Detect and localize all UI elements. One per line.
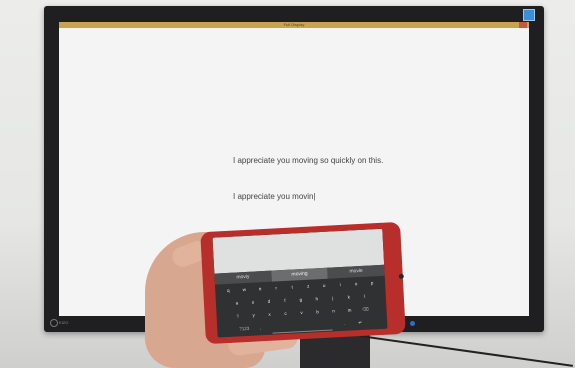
- cable: [359, 335, 574, 367]
- key-e[interactable]: e: [252, 282, 269, 296]
- key-c[interactable]: c: [277, 307, 294, 321]
- key-j[interactable]: j: [324, 291, 341, 305]
- monitor-brand: EIZO: [59, 320, 69, 325]
- key-l[interactable]: l: [356, 289, 373, 303]
- key-x[interactable]: x: [261, 307, 278, 321]
- taskbar-tray-icon[interactable]: [523, 9, 535, 21]
- phone: moviy moving movie q w e r t z u i o p a…: [200, 221, 406, 345]
- key-h[interactable]: h: [309, 292, 326, 306]
- key-v[interactable]: v: [293, 306, 310, 320]
- key-d[interactable]: d: [261, 294, 278, 308]
- key-t[interactable]: t: [284, 280, 301, 294]
- key-k[interactable]: k: [340, 290, 357, 304]
- monitor-logo-icon: [50, 319, 58, 327]
- transcribed-text-line: I appreciate you moving so quickly on th…: [233, 156, 384, 165]
- symbols-key[interactable]: ?123: [236, 322, 253, 336]
- key-comma[interactable]: ,: [252, 321, 269, 335]
- shift-icon[interactable]: ⇧: [229, 309, 246, 323]
- key-f[interactable]: f: [277, 294, 294, 308]
- space-bar[interactable]: [272, 321, 333, 334]
- key-o[interactable]: o: [348, 277, 365, 291]
- key-a[interactable]: a: [229, 296, 246, 310]
- key-u[interactable]: u: [316, 278, 333, 292]
- key-q[interactable]: q: [220, 284, 237, 298]
- power-led-icon: [410, 321, 415, 326]
- close-icon[interactable]: [519, 22, 527, 28]
- key-w[interactable]: w: [236, 283, 253, 297]
- phone-screen: moviy moving movie q w e r t z u i o p a…: [212, 228, 388, 338]
- key-i[interactable]: i: [332, 278, 349, 292]
- key-s[interactable]: s: [245, 295, 262, 309]
- typed-text-line: I appreciate you movin|: [233, 192, 316, 201]
- key-r[interactable]: r: [268, 281, 285, 295]
- key-p[interactable]: p: [364, 276, 381, 290]
- backspace-icon[interactable]: ⌫: [357, 302, 374, 316]
- window-titlebar: Full Display: [59, 22, 529, 28]
- keyboard: q w e r t z u i o p a s d f g h j k l ⇧ …: [215, 276, 388, 338]
- key-period[interactable]: .: [336, 316, 353, 330]
- key-m[interactable]: m: [341, 303, 358, 317]
- key-b[interactable]: b: [309, 305, 326, 319]
- key-g[interactable]: g: [293, 293, 310, 307]
- return-arrow-icon[interactable]: ↵: [352, 316, 369, 330]
- key-y[interactable]: y: [245, 308, 262, 322]
- key-z[interactable]: z: [300, 279, 317, 293]
- key-n[interactable]: n: [325, 304, 342, 318]
- window-title: Full Display: [283, 22, 305, 27]
